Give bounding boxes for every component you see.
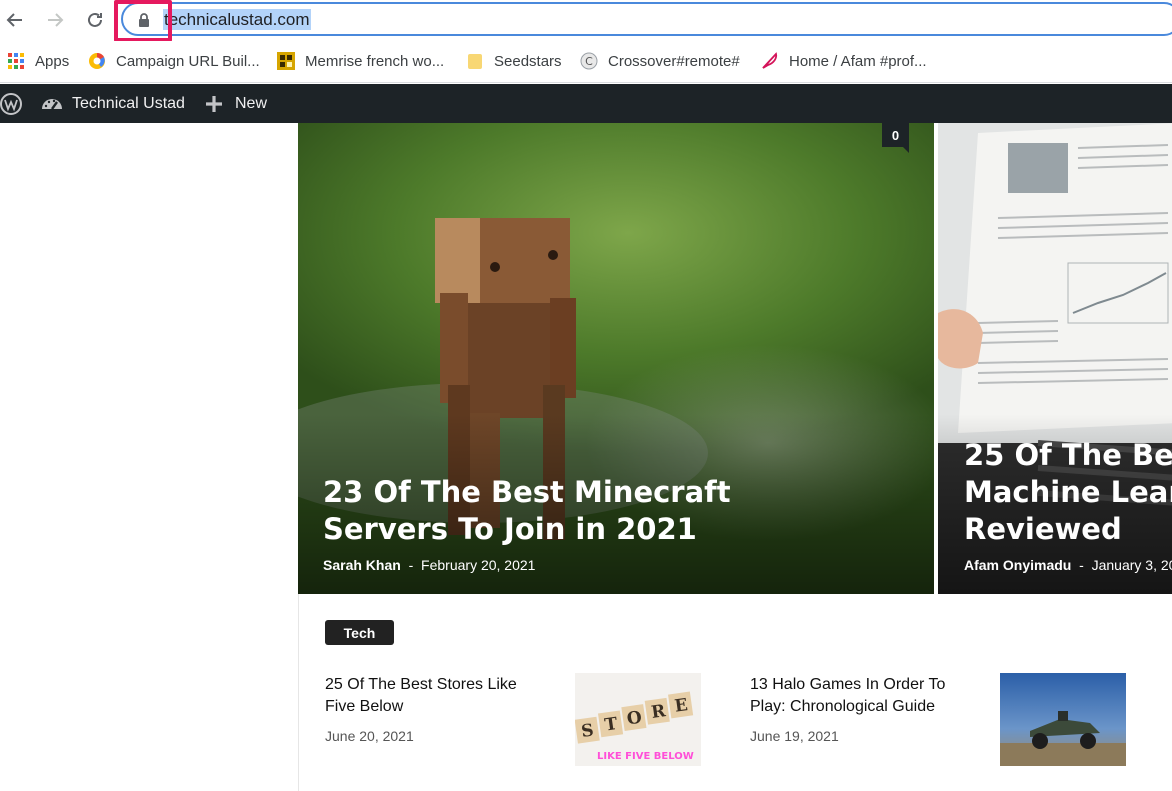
meta-separator: - (1079, 557, 1084, 573)
post-title-line: Five Below (325, 698, 404, 715)
post-thumbnail-halo[interactable] (1000, 673, 1126, 766)
reload-icon (88, 12, 102, 27)
bookmark-label: Home / Afam #prof... (789, 52, 927, 70)
bookmark-label: Apps (35, 52, 70, 70)
bookmark-campaign-url-builder[interactable]: Campaign URL Buil... (88, 50, 260, 72)
post-title[interactable]: 25 Of The Best Stores Like Five Below (325, 674, 517, 718)
new-label: New (235, 94, 268, 112)
store-tiles-image: S T O R E LIKE FIVE BELOW (575, 673, 701, 766)
memrise-icon (277, 52, 295, 70)
bookmark-apps[interactable]: Apps (7, 50, 69, 72)
bookmark-label: Seedstars (494, 52, 562, 70)
bookmark-seedstars[interactable]: Seedstars (466, 50, 562, 72)
wordpress-icon (0, 92, 22, 115)
campaign-url-builder-icon (89, 52, 105, 69)
hero-date: February 20, 2021 (421, 557, 536, 573)
comment-count-badge[interactable]: 0 (882, 123, 909, 153)
category-tag[interactable]: Tech (325, 620, 394, 645)
arrow-right-icon (48, 13, 64, 27)
site-name-label: Technical Ustad (72, 94, 185, 112)
post-thumbnail-store[interactable]: S T O R E LIKE FIVE BELOW (575, 673, 701, 766)
meta-separator: - (408, 557, 414, 573)
svg-text:C: C (585, 55, 593, 68)
quill-icon (762, 52, 778, 69)
site-name-link[interactable]: Technical Ustad (41, 84, 185, 123)
hero-title[interactable]: 23 Of The Best Minecraft Servers To Join… (323, 474, 731, 548)
highlight-annotation-box (114, 0, 172, 42)
hero-author[interactable]: Afam Onyimadu (964, 557, 1071, 573)
hero-post-card[interactable]: 25 Of The Best Machine Learn Reviewed Af… (938, 123, 1172, 594)
url-text[interactable]: technicalustad.com (163, 9, 311, 30)
hero-meta: Sarah Khan - February 20, 2021 (323, 557, 535, 573)
hero-title-line: Servers To Join in 2021 (323, 512, 697, 546)
bookmarks-bar: Apps Campaign URL Buil... Memrise french… (0, 41, 1172, 83)
post-title-line: 25 Of The Best Stores Like (325, 676, 517, 693)
forward-button[interactable] (41, 6, 69, 34)
svg-text:LIKE FIVE BELOW: LIKE FIVE BELOW (597, 751, 694, 762)
folder-icon (468, 54, 482, 69)
hero-title-line: 23 Of The Best Minecraft (323, 475, 731, 509)
post-date: June 20, 2021 (325, 728, 414, 744)
wp-admin-bar: Technical Ustad New (0, 84, 1172, 123)
wordpress-logo-button[interactable] (0, 84, 22, 123)
post-title-line: Play: Chronological Guide (750, 698, 935, 715)
browser-toolbar: technicalustad.com (0, 0, 1172, 42)
hero-title-line: Reviewed (964, 512, 1122, 546)
halo-vehicle-image (1000, 673, 1126, 766)
post-date: June 19, 2021 (750, 728, 839, 744)
post-title[interactable]: 13 Halo Games In Order To Play: Chronolo… (750, 674, 945, 718)
hero-post-card[interactable]: 23 Of The Best Minecraft Servers To Join… (298, 123, 934, 594)
hero-title[interactable]: 25 Of The Best Machine Learn Reviewed (964, 437, 1172, 548)
apps-grid-icon (8, 53, 24, 69)
post-title-line: 13 Halo Games In Order To (750, 676, 946, 693)
dashboard-gauge-icon (42, 98, 62, 110)
back-button[interactable] (1, 6, 29, 34)
hero-title-line: Machine Learn (964, 475, 1172, 509)
bookmark-label: Crossover#remote# (608, 52, 740, 70)
content-divider (298, 594, 299, 791)
new-content-button[interactable]: New (205, 84, 267, 123)
bookmark-memrise[interactable]: Memrise french wo... (277, 50, 444, 72)
arrow-left-icon (6, 13, 22, 27)
hero-meta: Afam Onyimadu - January 3, 20 (964, 557, 1172, 573)
hero-author[interactable]: Sarah Khan (323, 557, 401, 573)
svg-text:O: O (626, 708, 644, 730)
hero-date: January 3, 20 (1091, 557, 1172, 573)
hero-title-line: 25 Of The Best (964, 438, 1172, 472)
bookmark-label: Campaign URL Buil... (116, 52, 260, 70)
plus-icon (206, 95, 222, 112)
bookmark-home-afam[interactable]: Home / Afam #prof... (761, 50, 927, 72)
bookmark-crossover[interactable]: C Crossover#remote# (580, 50, 740, 72)
reload-button[interactable] (81, 6, 109, 34)
bookmark-label: Memrise french wo... (305, 52, 445, 70)
crossover-icon: C (580, 52, 598, 70)
